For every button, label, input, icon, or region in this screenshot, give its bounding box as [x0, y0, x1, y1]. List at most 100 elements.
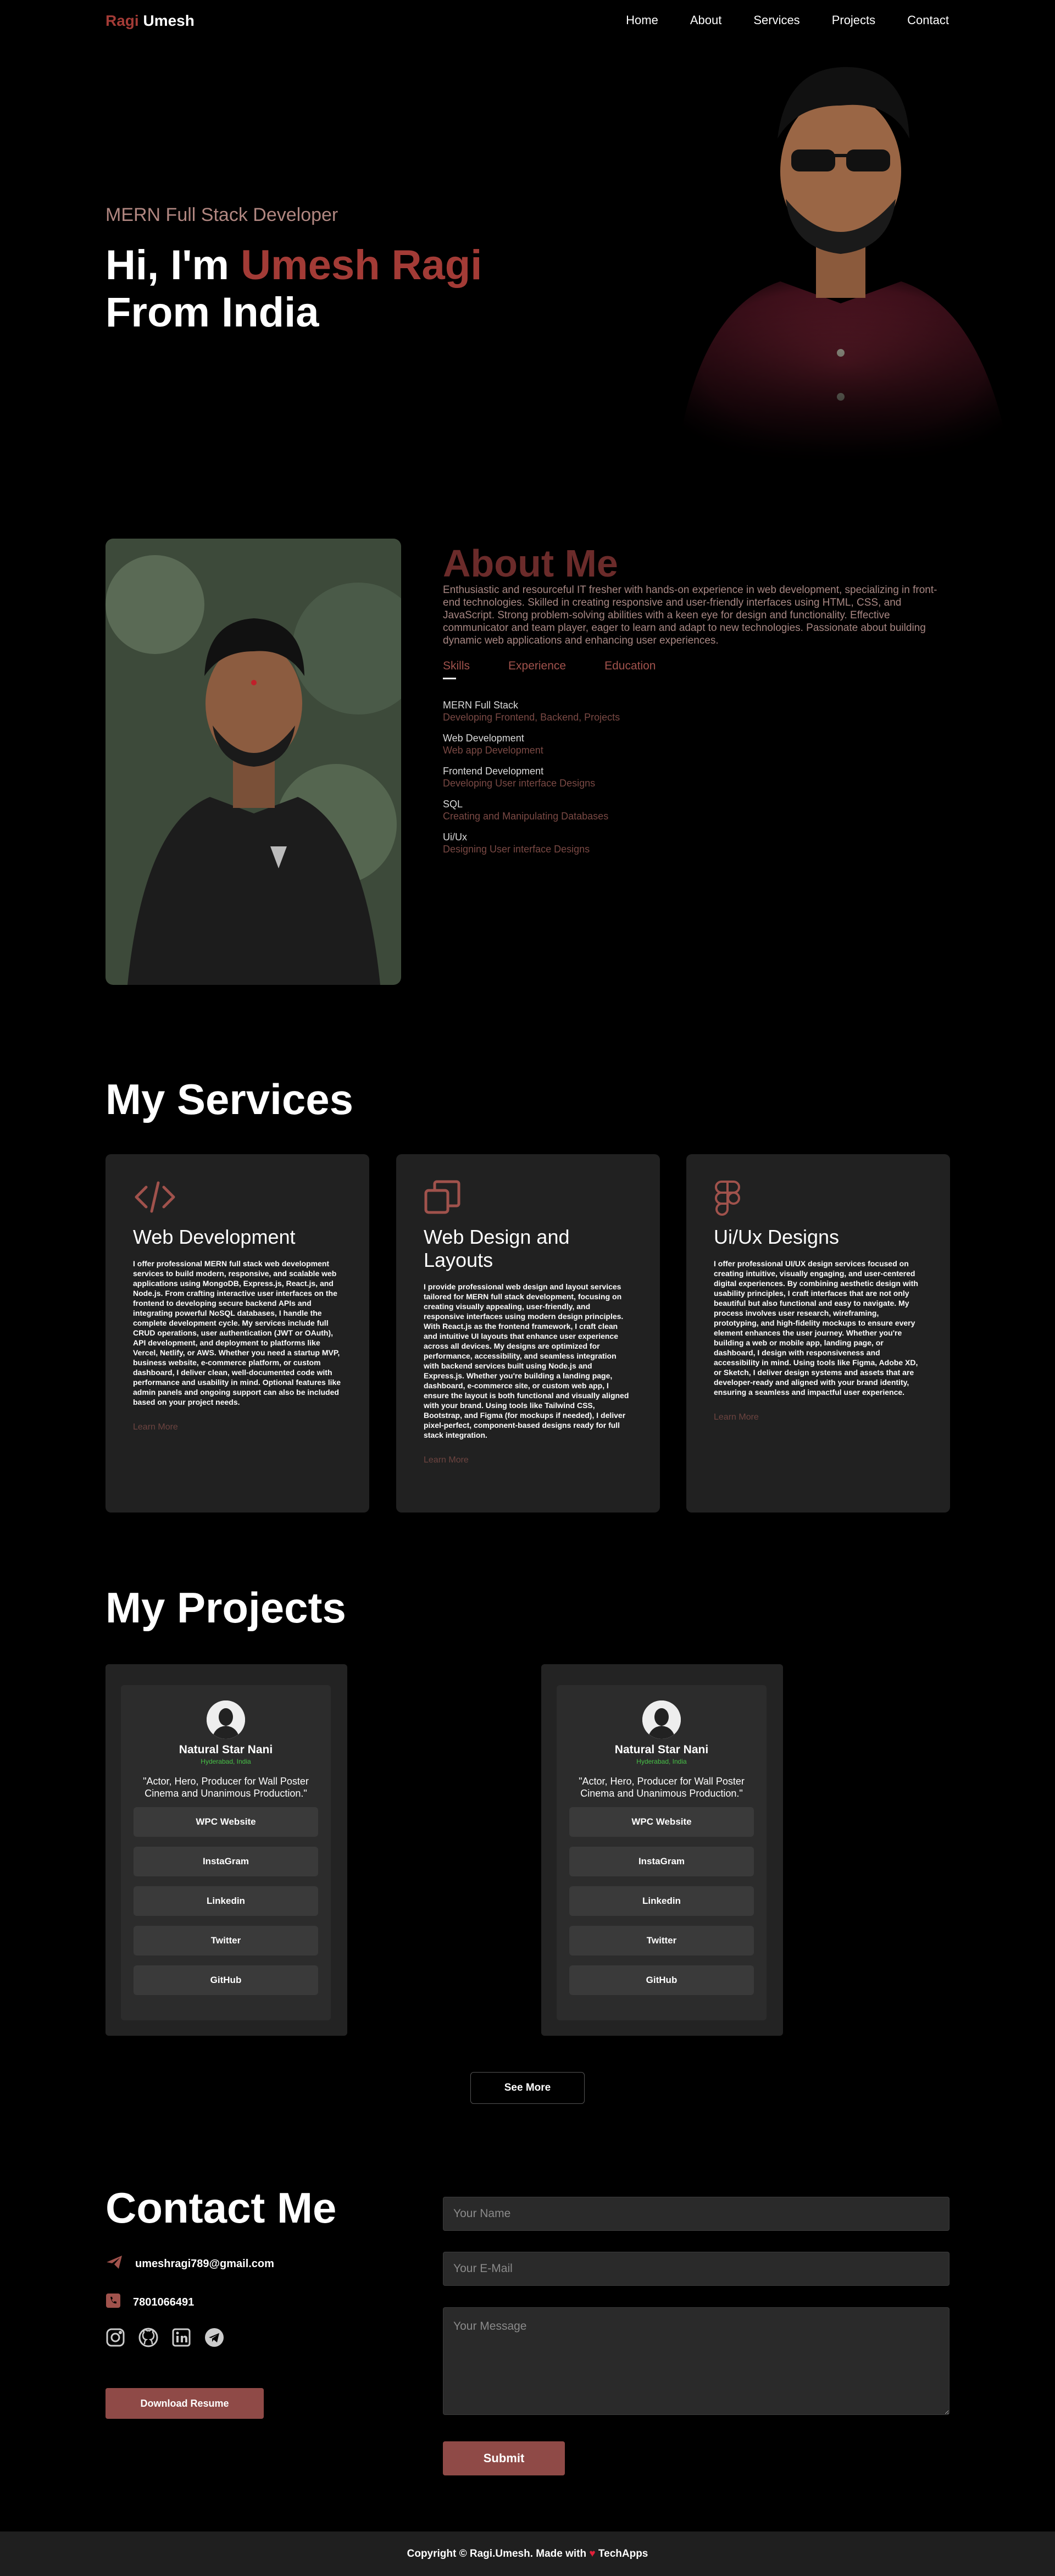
- project-quote: "Actor, Hero, Producer for Wall Poster C…: [579, 1776, 745, 1799]
- project-quote: "Actor, Hero, Producer for Wall Poster C…: [143, 1776, 309, 1799]
- hero-subtitle: MERN Full Stack Developer: [106, 204, 338, 225]
- hero-name: Umesh Ragi: [241, 242, 482, 289]
- project-profile: Natural Star Nani Hyderabad, India "Acto…: [121, 1685, 331, 2020]
- brand-first: Ragi: [106, 12, 139, 29]
- project-card: Natural Star Nani Hyderabad, India "Acto…: [541, 1664, 783, 2036]
- layers-icon: [424, 1179, 632, 1218]
- about-tabs: Skills Experience Education: [443, 660, 656, 673]
- download-resume-button[interactable]: Download Resume: [106, 2388, 264, 2419]
- list-item: Web Development Web app Development: [443, 732, 620, 756]
- telegram-icon[interactable]: [204, 2328, 224, 2347]
- service-card-web-development: Web Development I offer professional MER…: [106, 1154, 369, 1513]
- submit-button[interactable]: Submit: [443, 2441, 565, 2475]
- linkedin-icon[interactable]: [171, 2328, 191, 2347]
- skill-description: Designing User interface Designs: [443, 844, 590, 855]
- nav-link-services[interactable]: Services: [753, 13, 799, 27]
- github-button[interactable]: GitHub: [134, 1965, 318, 1995]
- email-field[interactable]: [443, 2252, 949, 2286]
- about-description: Enthusiastic and resourceful IT fresher …: [443, 584, 937, 646]
- skill-description: Developing Frontend, Backend, Projects: [443, 712, 620, 723]
- name-field[interactable]: [443, 2197, 949, 2231]
- brand-second: Umesh: [138, 12, 195, 29]
- learn-more-link[interactable]: Learn More: [714, 1412, 759, 1422]
- github-button[interactable]: GitHub: [569, 1965, 754, 1995]
- hero-origin: From India: [106, 289, 319, 336]
- service-description: I offer professional UI/UX design servic…: [714, 1259, 918, 1397]
- service-card-ui-ux: Ui/Ux Designs I offer professional UI/UX…: [686, 1154, 950, 1513]
- footer: Copyright © Ragi.Umesh. Made with ♥ Tech…: [0, 2531, 1055, 2576]
- learn-more-link[interactable]: Learn More: [133, 1422, 178, 1432]
- footer-credit: TechApps: [595, 2548, 648, 2560]
- list-item: MERN Full Stack Developing Frontend, Bac…: [443, 699, 620, 723]
- avatar: [642, 1700, 681, 1739]
- main-nav: Home About Services Projects Contact: [626, 13, 949, 27]
- skill-description: Developing User interface Designs: [443, 778, 596, 789]
- hero-portrait-photo: [654, 45, 1028, 463]
- list-item: Ui/Ux Designing User interface Designs: [443, 831, 620, 855]
- linkedin-button[interactable]: Linkedin: [569, 1886, 754, 1916]
- project-name: Natural Star Nani: [179, 1743, 273, 1756]
- list-item: SQL Creating and Manipulating Databases: [443, 798, 620, 822]
- service-name: Ui/Ux Designs: [714, 1226, 840, 1248]
- contact-email[interactable]: umeshragi789@gmail.com: [135, 2258, 274, 2270]
- service-card-web-design: Web Design and Layouts I provide profess…: [396, 1154, 660, 1513]
- avatar: [207, 1700, 245, 1739]
- twitter-button[interactable]: Twitter: [569, 1926, 754, 1955]
- linkedin-button[interactable]: Linkedin: [134, 1886, 318, 1916]
- nav-link-projects[interactable]: Projects: [832, 13, 875, 27]
- figma-icon: [714, 1179, 923, 1218]
- service-name: Web Design and Layouts: [424, 1226, 570, 1271]
- project-location: Hyderabad, India: [636, 1758, 687, 1765]
- about-portrait-photo: [106, 539, 401, 985]
- skill-description: Web app Development: [443, 745, 543, 756]
- footer-copyright: Copyright © Ragi.Umesh. Made with: [407, 2548, 590, 2560]
- contact-email-row: umeshragi789@gmail.com: [106, 2254, 274, 2273]
- code-icon: [133, 1179, 342, 1218]
- learn-more-link[interactable]: Learn More: [424, 1455, 469, 1465]
- social-links: [106, 2328, 224, 2347]
- nav-link-about[interactable]: About: [690, 13, 722, 27]
- instagram-button[interactable]: InstaGram: [134, 1847, 318, 1876]
- services-title: My Services: [106, 1075, 353, 1123]
- tab-active-indicator: [443, 678, 456, 679]
- contact-phone-row: 7801066491: [106, 2293, 194, 2312]
- send-icon: [106, 2254, 123, 2273]
- project-name: Natural Star Nani: [614, 1743, 709, 1756]
- service-name: Web Development: [133, 1226, 296, 1248]
- instagram-icon[interactable]: [106, 2328, 125, 2347]
- wpc-website-button[interactable]: WPC Website: [134, 1807, 318, 1837]
- tab-experience[interactable]: Experience: [508, 660, 566, 673]
- instagram-button[interactable]: InstaGram: [569, 1847, 754, 1876]
- phone-icon: [106, 2293, 121, 2312]
- see-more-button[interactable]: See More: [470, 2072, 585, 2104]
- list-item: Frontend Development Developing User int…: [443, 765, 620, 789]
- twitter-button[interactable]: Twitter: [134, 1926, 318, 1955]
- skill-name: Frontend Development: [443, 766, 544, 777]
- contact-phone[interactable]: 7801066491: [133, 2296, 194, 2309]
- tab-skills[interactable]: Skills: [443, 660, 470, 673]
- skill-name: MERN Full Stack: [443, 700, 519, 711]
- about-title: About Me: [443, 542, 618, 585]
- skill-description: Creating and Manipulating Databases: [443, 811, 609, 822]
- github-icon[interactable]: [138, 2328, 158, 2347]
- skill-name: SQL: [443, 799, 463, 810]
- contact-title: Contact Me: [106, 2184, 337, 2232]
- tab-education[interactable]: Education: [604, 660, 656, 673]
- skill-name: Web Development: [443, 733, 524, 744]
- project-profile: Natural Star Nani Hyderabad, India "Acto…: [557, 1685, 767, 2020]
- skills-list: MERN Full Stack Developing Frontend, Bac…: [443, 699, 620, 864]
- skill-name: Ui/Ux: [443, 832, 467, 843]
- heart-icon: ♥: [589, 2548, 596, 2560]
- service-description: I offer professional MERN full stack web…: [133, 1259, 341, 1406]
- hero-title: Hi, I'm Umesh Ragi From India: [106, 242, 482, 336]
- brand-logo[interactable]: Ragi Umesh: [106, 12, 195, 30]
- service-description: I provide professional web design and la…: [424, 1282, 629, 1439]
- message-field[interactable]: [443, 2307, 949, 2415]
- nav-link-home[interactable]: Home: [626, 13, 658, 27]
- wpc-website-button[interactable]: WPC Website: [569, 1807, 754, 1837]
- project-card: Natural Star Nani Hyderabad, India "Acto…: [106, 1664, 347, 2036]
- project-location: Hyderabad, India: [201, 1758, 251, 1765]
- projects-title: My Projects: [106, 1583, 346, 1632]
- nav-link-contact[interactable]: Contact: [907, 13, 949, 27]
- hero-greeting: Hi, I'm: [106, 242, 241, 289]
